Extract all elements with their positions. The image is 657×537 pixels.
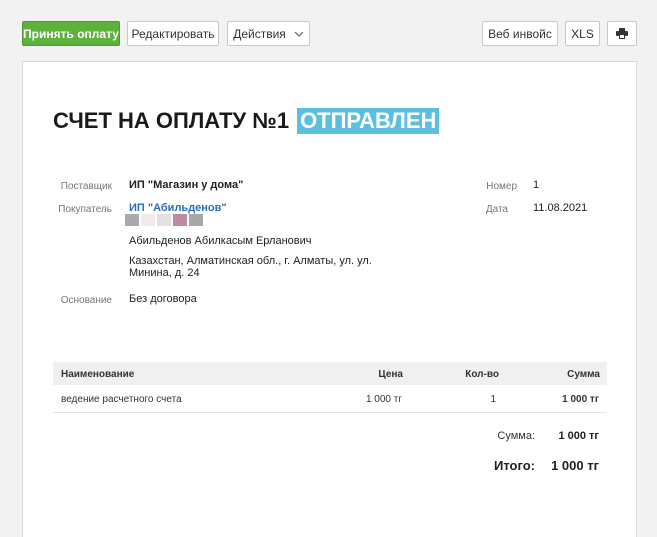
total-label: Итого:: [494, 458, 535, 473]
buyer-label: Покупатель: [58, 204, 112, 215]
xls-button[interactable]: XLS: [565, 21, 600, 46]
sum-label: Сумма:: [497, 430, 535, 442]
invoice-title: СЧЕТ НА ОПЛАТУ №1 ОТПРАВЛЕН: [53, 108, 440, 134]
redacted-block: [157, 214, 171, 226]
basis-label: Основание: [60, 295, 112, 306]
redacted-block: [125, 214, 139, 226]
buyer-link[interactable]: ИП "Абильденов": [129, 202, 227, 214]
basis-value: Без договора: [129, 293, 197, 305]
print-button[interactable]: [607, 21, 637, 46]
buyer-person: Абильденов Абилкасым Ерланович: [129, 235, 312, 247]
date-value: 11.08.2021: [533, 202, 588, 214]
actions-label: Действия: [233, 26, 286, 41]
row-sum: 1 000 тг: [562, 394, 599, 405]
actions-dropdown[interactable]: Действия: [227, 21, 310, 46]
header-price: Цена: [378, 369, 403, 380]
row-qty: 1: [490, 394, 496, 405]
number-value: 1: [533, 179, 540, 191]
web-invoice-button[interactable]: Веб инвойс: [482, 21, 558, 46]
redacted-block: [189, 214, 203, 226]
redacted-block: [141, 214, 155, 226]
header-sum: Сумма: [567, 369, 600, 380]
header-name: Наименование: [61, 369, 135, 380]
total-value: 1 000 тг: [551, 458, 599, 473]
row-name: ведение расчетного счета: [61, 394, 182, 405]
invoice-title-text: СЧЕТ НА ОПЛАТУ №1: [53, 108, 290, 133]
date-label: Дата: [485, 204, 508, 215]
status-badge: ОТПРАВЛЕН: [297, 108, 440, 134]
sum-value: 1 000 тг: [558, 430, 599, 442]
accept-payment-button[interactable]: Принять оплату: [22, 21, 120, 46]
header-qty: Кол-во: [465, 369, 499, 380]
table-header: Наименование Цена Кол-во Сумма: [53, 362, 607, 385]
redacted-block: [173, 214, 187, 226]
supplier-label: Поставщик: [60, 181, 112, 192]
toolbar: Принять оплату Редактировать Действия Ве…: [0, 0, 657, 60]
number-label: Номер: [486, 181, 517, 192]
invoice-document: СЧЕТ НА ОПЛАТУ №1 ОТПРАВЛЕН Поставщик ИП…: [22, 61, 637, 537]
edit-button[interactable]: Редактировать: [127, 21, 219, 46]
row-price: 1 000 тг: [365, 394, 402, 405]
row-divider: [53, 412, 607, 413]
buyer-address-line1: Казахстан, Алматинская обл., г. Алматы, …: [129, 255, 372, 267]
printer-icon: [616, 28, 628, 39]
chevron-down-icon: [294, 31, 304, 37]
supplier-value: ИП "Магазин у дома": [129, 179, 244, 191]
buyer-address-line2: Минина, д. 24: [129, 267, 200, 279]
